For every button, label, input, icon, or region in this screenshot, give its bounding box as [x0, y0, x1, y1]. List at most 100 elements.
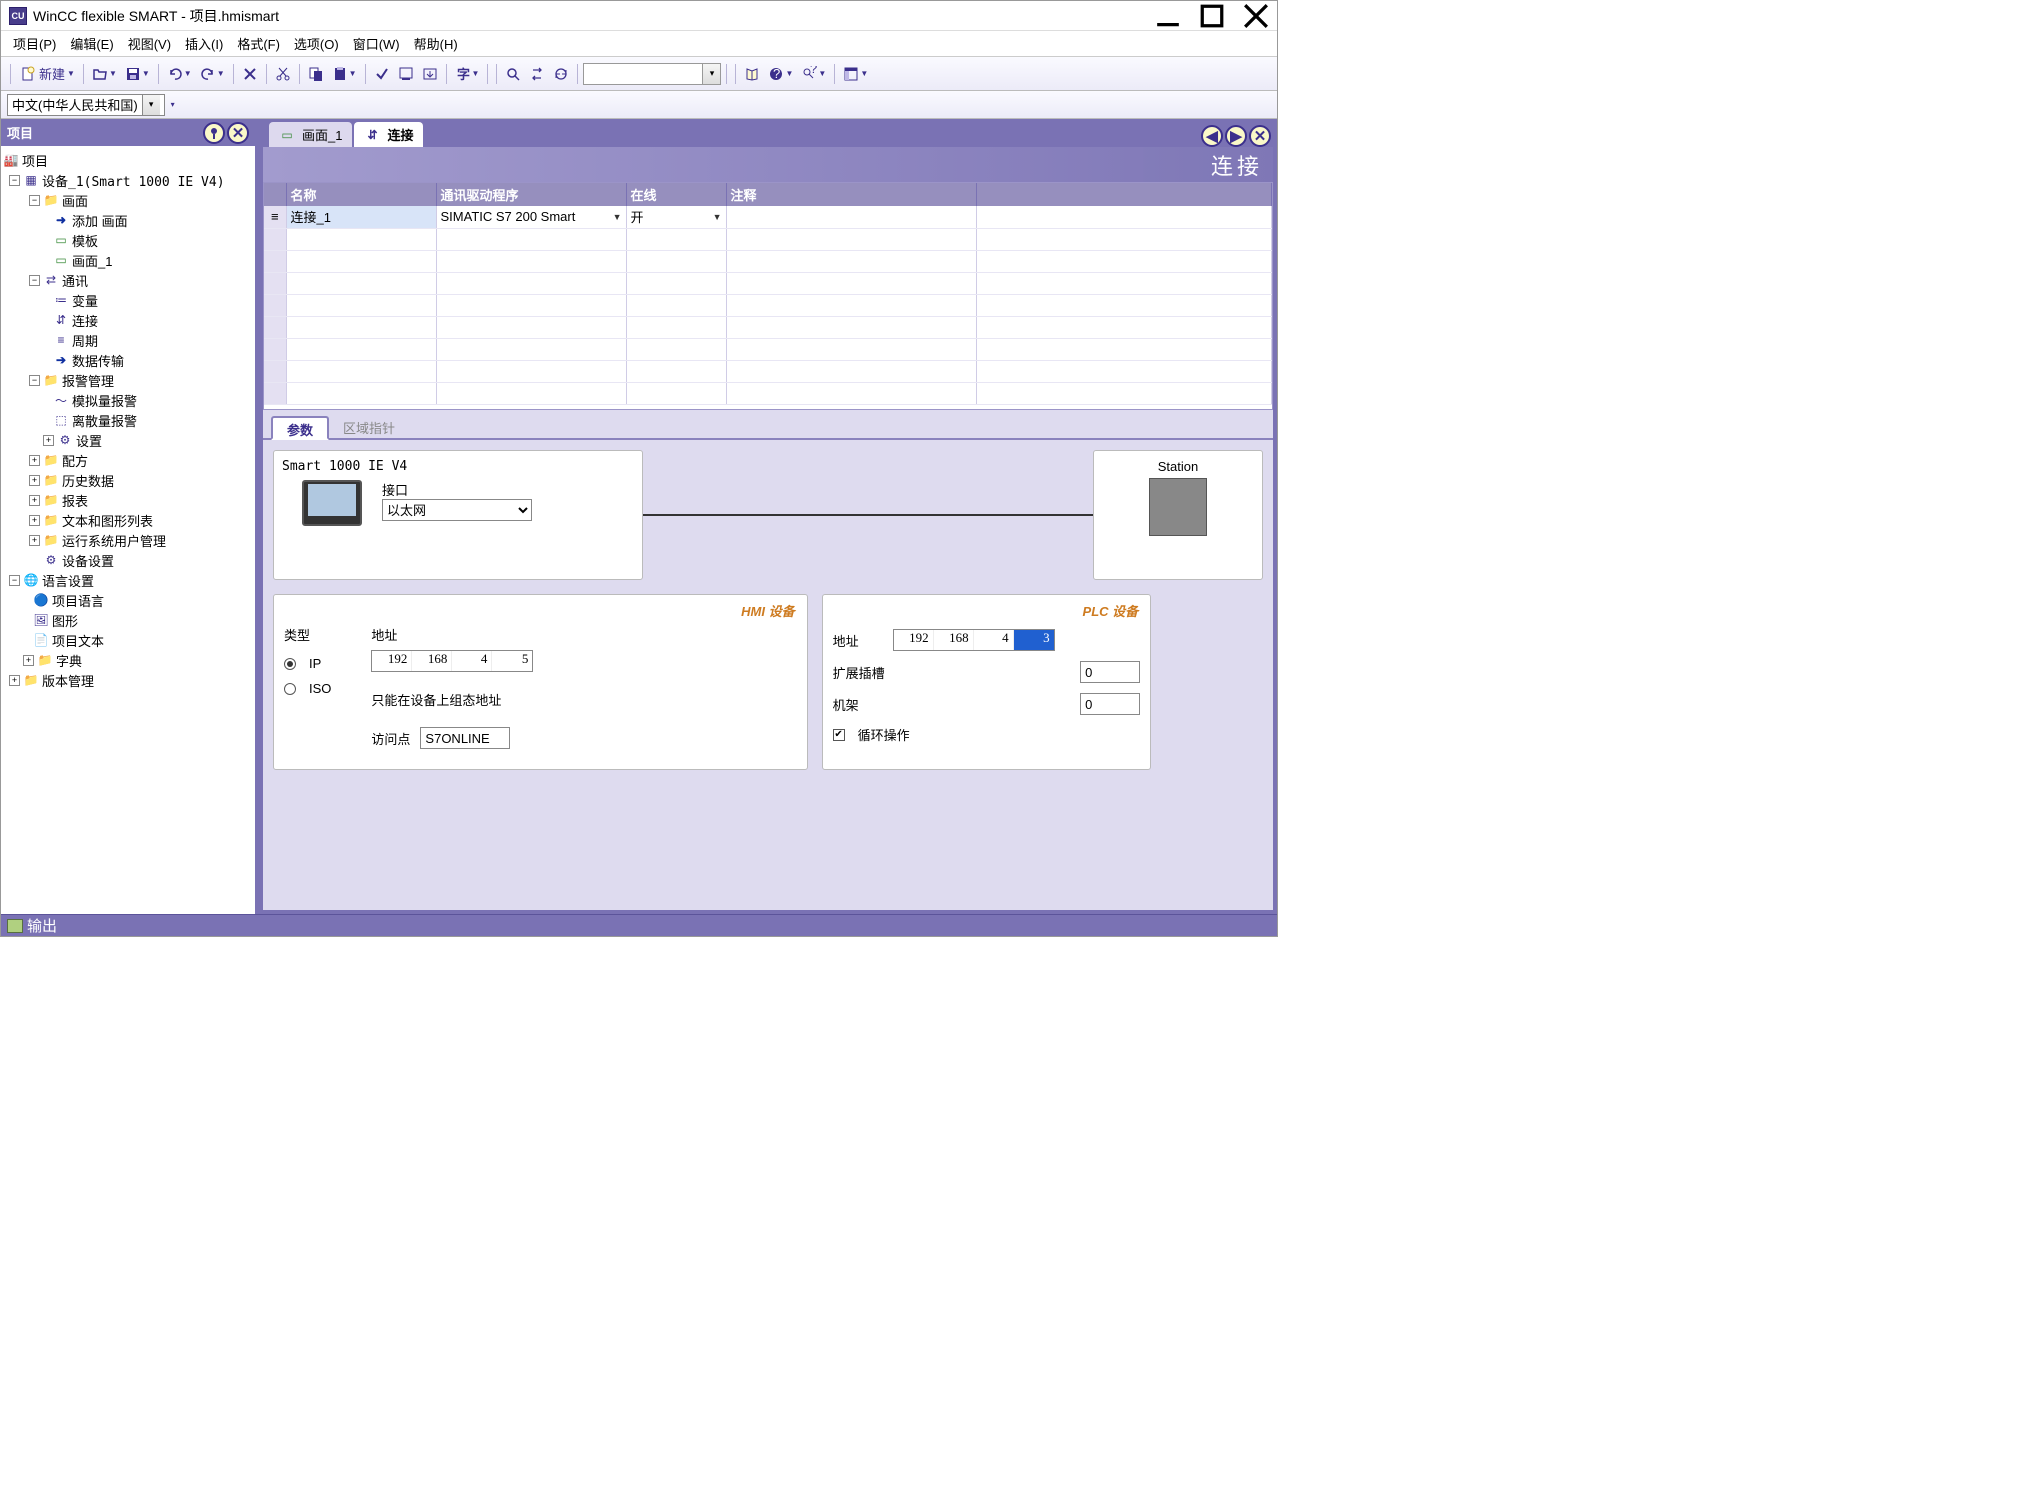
tree-item-screens[interactable]: 画面: [62, 191, 88, 210]
col-name[interactable]: 名称: [286, 183, 436, 206]
plc-address-input[interactable]: 192 168 4 3: [893, 629, 1055, 651]
tree-item-textgraphics[interactable]: 文本和图形列表: [62, 511, 153, 530]
cut-button[interactable]: [272, 63, 294, 85]
tree-item-settings[interactable]: 设置: [76, 431, 102, 450]
tree-item-projlang[interactable]: 项目语言: [52, 591, 104, 610]
layout-dropdown-arrow[interactable]: ▼: [860, 69, 871, 78]
minimize-button[interactable]: [1155, 5, 1181, 27]
open-dropdown-arrow[interactable]: ▼: [109, 69, 120, 78]
cell-comment[interactable]: [726, 206, 976, 228]
interface-select[interactable]: 以太网: [382, 499, 532, 521]
tab-screen1[interactable]: ▭画面_1: [269, 122, 352, 147]
tab-prev-button[interactable]: ◀: [1201, 125, 1223, 147]
redo-button[interactable]: [197, 63, 219, 85]
tree-item-histdata[interactable]: 历史数据: [62, 471, 114, 490]
detail-tab-params[interactable]: 参数: [271, 416, 329, 440]
menu-help[interactable]: 帮助(H): [408, 31, 464, 56]
toolbar-combobox[interactable]: ▾: [583, 63, 721, 85]
col-driver[interactable]: 通讯驱动程序: [436, 183, 626, 206]
tree-item-langsettings[interactable]: 语言设置: [42, 571, 94, 590]
accesspoint-input[interactable]: [420, 727, 510, 749]
tab-next-button[interactable]: ▶: [1225, 125, 1247, 147]
tree-item-report[interactable]: 报表: [62, 491, 88, 510]
new-dropdown-arrow[interactable]: ▼: [67, 69, 78, 78]
tree-item-recipe[interactable]: 配方: [62, 451, 88, 470]
row-selector[interactable]: ≡: [264, 206, 286, 228]
compile-button[interactable]: [395, 63, 417, 85]
tree-item-analog-alarm[interactable]: 模拟量报警: [72, 391, 137, 410]
pin-button[interactable]: [203, 122, 225, 144]
new-button[interactable]: 新建: [16, 63, 69, 85]
help-button[interactable]: ?: [765, 63, 787, 85]
help-find-button[interactable]: ?: [798, 63, 820, 85]
project-tree[interactable]: 🏭项目 −▦设备_1(Smart 1000 IE V4) −📁画面 ➜添加 画面…: [1, 146, 255, 914]
tree-item-template[interactable]: 模板: [72, 231, 98, 250]
menu-project[interactable]: 项目(P): [7, 31, 62, 56]
layout-button[interactable]: [840, 63, 862, 85]
tree-item-root[interactable]: 项目: [22, 151, 48, 170]
tree-item-screen1[interactable]: 画面_1: [72, 251, 112, 270]
langbar-dropdown-arrow[interactable]: ▾: [171, 100, 178, 109]
open-button[interactable]: [89, 63, 111, 85]
radio-iso[interactable]: ISO: [284, 681, 331, 696]
col-online[interactable]: 在线: [626, 183, 726, 206]
tree-expand-icon[interactable]: +: [29, 475, 40, 486]
tree-item-devsettings[interactable]: 设备设置: [62, 551, 114, 570]
paste-dropdown-arrow[interactable]: ▼: [349, 69, 360, 78]
tree-item-projtext[interactable]: 项目文本: [52, 631, 104, 650]
find-button[interactable]: [502, 63, 524, 85]
help-dropdown-arrow[interactable]: ▼: [785, 69, 796, 78]
font-dropdown-arrow[interactable]: ▼: [472, 69, 483, 78]
slot-input[interactable]: [1080, 661, 1140, 683]
tree-item-alarm[interactable]: 报警管理: [62, 371, 114, 390]
check-button[interactable]: [371, 63, 393, 85]
hmi-address-input[interactable]: 192 168 4 5: [371, 650, 533, 672]
help-book-button[interactable]: [741, 63, 763, 85]
tree-item-datatrans[interactable]: 数据传输: [72, 351, 124, 370]
menu-edit[interactable]: 编辑(E): [64, 31, 119, 56]
menu-view[interactable]: 视图(V): [122, 31, 177, 56]
save-button[interactable]: [122, 63, 144, 85]
tree-expand-icon[interactable]: +: [29, 535, 40, 546]
undo-button[interactable]: [164, 63, 186, 85]
tree-expand-icon[interactable]: +: [23, 655, 34, 666]
col-comment[interactable]: 注释: [726, 183, 976, 206]
undo-dropdown-arrow[interactable]: ▼: [184, 69, 195, 78]
tree-item-graphics[interactable]: 图形: [52, 611, 78, 630]
cell-driver[interactable]: SIMATIC S7 200 Smart▼: [436, 206, 626, 228]
help-find-dropdown-arrow[interactable]: ▼: [818, 69, 829, 78]
tab-close-button[interactable]: ✕: [1249, 125, 1271, 147]
tree-item-comm[interactable]: 通讯: [62, 271, 88, 290]
tree-collapse-icon[interactable]: −: [9, 175, 20, 186]
tree-collapse-icon[interactable]: −: [9, 575, 20, 586]
paste-button[interactable]: [329, 63, 351, 85]
rack-input[interactable]: [1080, 693, 1140, 715]
tree-expand-icon[interactable]: +: [29, 455, 40, 466]
language-select[interactable]: 中文(中华人民共和国) ▾: [7, 94, 165, 116]
tree-item-version[interactable]: 版本管理: [42, 671, 94, 690]
menu-options[interactable]: 选项(O): [288, 31, 345, 56]
close-button[interactable]: [1243, 5, 1269, 27]
replace-button[interactable]: [526, 63, 548, 85]
tree-expand-icon[interactable]: +: [29, 515, 40, 526]
tree-item-vars[interactable]: 变量: [72, 291, 98, 310]
radio-ip[interactable]: IP: [284, 656, 331, 671]
connections-grid[interactable]: 名称 通讯驱动程序 在线 注释 ≡ 连接_1 SIMATIC S7 200 Sm…: [263, 182, 1273, 410]
tree-item-discrete-alarm[interactable]: 离散量报警: [72, 411, 137, 430]
maximize-button[interactable]: [1199, 5, 1225, 27]
cyclic-checkbox[interactable]: 循环操作: [833, 725, 1141, 744]
tree-item-dict[interactable]: 字典: [56, 651, 82, 670]
tree-expand-icon[interactable]: +: [9, 675, 20, 686]
cell-name[interactable]: 连接_1: [286, 206, 436, 228]
cell-online[interactable]: 开▼: [626, 206, 726, 228]
menu-insert[interactable]: 插入(I): [179, 31, 229, 56]
output-bar[interactable]: 输出: [1, 914, 1277, 936]
tree-item-usermgmt[interactable]: 运行系统用户管理: [62, 531, 166, 550]
copy-button[interactable]: [305, 63, 327, 85]
tree-item-cycle[interactable]: 周期: [72, 331, 98, 350]
tree-collapse-icon[interactable]: −: [29, 275, 40, 286]
tree-expand-icon[interactable]: +: [29, 495, 40, 506]
detail-tab-areaptr[interactable]: 区域指针: [329, 416, 409, 438]
tree-item-connections[interactable]: 连接: [72, 311, 98, 330]
delete-button[interactable]: [239, 63, 261, 85]
